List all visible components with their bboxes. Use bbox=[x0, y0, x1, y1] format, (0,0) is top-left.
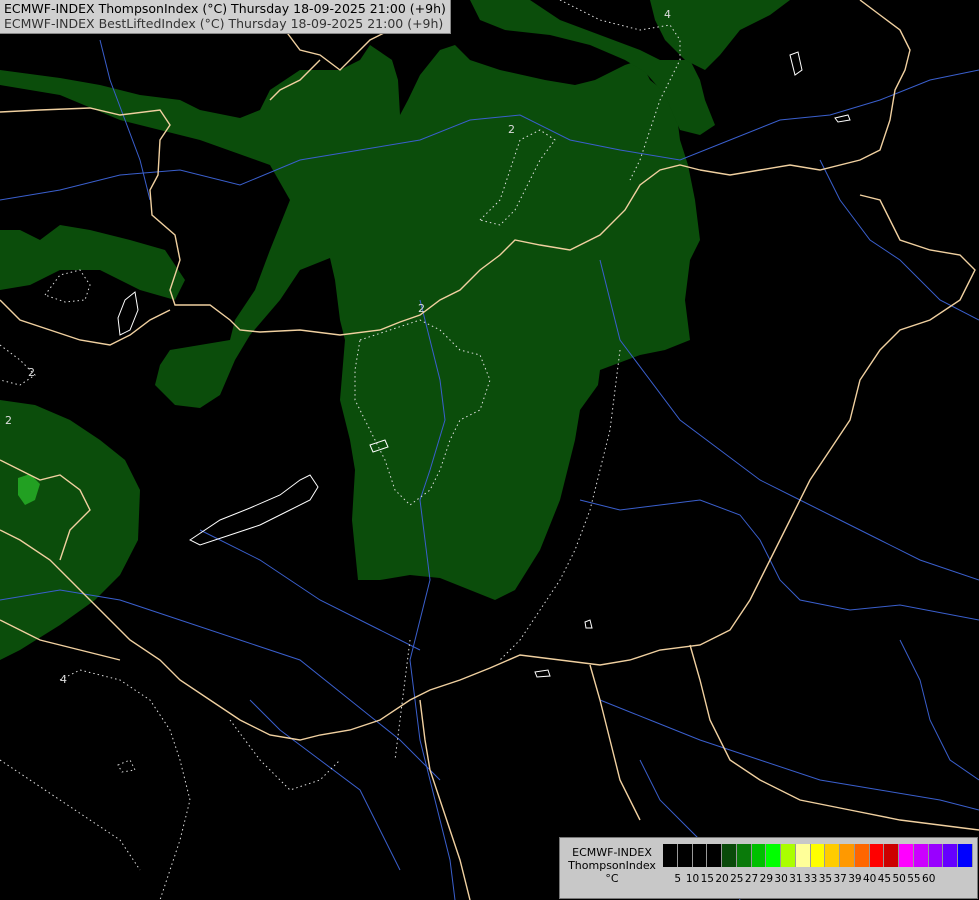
legend-swatch bbox=[736, 844, 752, 867]
color-legend: ECMWF-INDEX ThompsonIndex °C 5 10 15 20 25 27… bbox=[559, 837, 978, 899]
legend-tick: 37 bbox=[833, 873, 847, 885]
legend-swatch bbox=[663, 844, 678, 867]
legend-tick: 31 bbox=[789, 873, 803, 885]
map-header: ECMWF-INDEX ThompsonIndex (°C) Thursday … bbox=[0, 0, 451, 34]
contour-label: 2 bbox=[5, 414, 12, 427]
legend-tick: 5 bbox=[674, 873, 682, 885]
legend-title: ECMWF-INDEX ThompsonIndex °C bbox=[564, 846, 660, 885]
legend-tick: 15 bbox=[700, 873, 714, 885]
legend-swatch bbox=[928, 844, 944, 867]
legend-swatch bbox=[869, 844, 885, 867]
legend-swatch bbox=[722, 844, 737, 867]
weather-map bbox=[0, 0, 979, 900]
legend-tick: 35 bbox=[818, 873, 833, 885]
legend-title-line: ECMWF-INDEX bbox=[572, 846, 652, 859]
legend-swatches bbox=[663, 844, 973, 867]
legend-swatch bbox=[825, 844, 840, 867]
legend-swatch bbox=[677, 844, 693, 867]
legend-title-line: ThompsonIndex bbox=[568, 859, 656, 872]
contour-label: 2 bbox=[418, 302, 425, 315]
legend-tick: 60 bbox=[922, 873, 936, 885]
legend-tick: 29 bbox=[759, 873, 774, 885]
header-line-1: ECMWF-INDEX ThompsonIndex (°C) Thursday … bbox=[4, 1, 446, 16]
legend-title-line: °C bbox=[605, 872, 619, 885]
legend-swatch bbox=[913, 844, 929, 867]
legend-tick: 45 bbox=[877, 873, 892, 885]
legend-tick: 39 bbox=[848, 873, 862, 885]
legend-tick: 55 bbox=[907, 873, 921, 885]
legend-swatch bbox=[899, 844, 914, 867]
legend-swatch bbox=[781, 844, 796, 867]
contour-label: 2 bbox=[28, 366, 35, 379]
legend-tick: 25 bbox=[730, 873, 744, 885]
legend-swatch bbox=[840, 844, 855, 867]
legend-swatch bbox=[707, 844, 722, 867]
legend-swatch bbox=[943, 844, 958, 867]
legend-swatch bbox=[854, 844, 870, 867]
header-line-2: ECMWF-INDEX BestLiftedIndex (°C) Thursda… bbox=[4, 16, 444, 31]
legend-swatch bbox=[884, 844, 899, 867]
legend-swatch bbox=[958, 844, 973, 867]
legend-tick: 33 bbox=[803, 873, 818, 885]
legend-swatch bbox=[751, 844, 767, 867]
legend-swatch bbox=[795, 844, 811, 867]
legend-swatch bbox=[810, 844, 826, 867]
legend-tick: 10 bbox=[685, 873, 700, 885]
legend-tick: 30 bbox=[774, 873, 788, 885]
contour-label: 2 bbox=[508, 123, 515, 136]
legend-tick: 20 bbox=[715, 873, 729, 885]
legend-ticks: 5 10 15 20 25 27 29 30 31 33 35 37 39 40 45 50 55 60 bbox=[663, 873, 973, 887]
legend-tick: 27 bbox=[744, 873, 759, 885]
legend-swatch bbox=[766, 844, 781, 867]
contour-label: 4 bbox=[664, 8, 671, 21]
legend-tick: 40 bbox=[862, 873, 877, 885]
legend-tick: 50 bbox=[892, 873, 906, 885]
legend-swatch bbox=[692, 844, 708, 867]
contour-label: 4 bbox=[60, 673, 67, 686]
